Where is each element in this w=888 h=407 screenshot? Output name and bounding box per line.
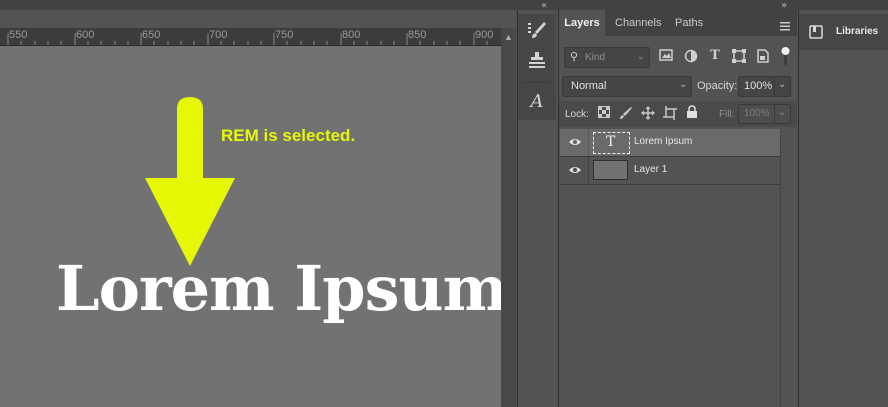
divider xyxy=(524,82,550,83)
libraries-button[interactable]: Libraries xyxy=(799,14,888,50)
panel-menu-icon[interactable] xyxy=(780,18,790,31)
opacity-value: 100% xyxy=(744,80,773,92)
layers-scrollbar[interactable] xyxy=(780,129,797,407)
lock-position-icon[interactable] xyxy=(640,106,656,122)
fill-label: Fill: xyxy=(719,109,735,120)
lock-image-pixels-icon[interactable] xyxy=(618,106,634,122)
ruler-label: 800 xyxy=(342,29,361,41)
panel-tabs: Layers Channels Paths xyxy=(559,10,797,36)
document-tab-area xyxy=(0,10,517,28)
layer-name: Lorem Ipsum xyxy=(634,136,693,147)
character-panel-icon[interactable]: A xyxy=(526,91,548,113)
lock-label: Lock: xyxy=(565,109,589,120)
visibility-eye-icon[interactable] xyxy=(568,163,582,177)
lock-artboard-icon[interactable] xyxy=(662,106,678,122)
layer-filter-kind[interactable]: ⚲ Kind ⌄ xyxy=(564,47,650,68)
shape-filter-icon[interactable] xyxy=(731,49,747,65)
annotation-text: REM is selected. xyxy=(221,126,356,145)
layer-row-layer-1[interactable]: Layer 1 xyxy=(560,157,780,185)
type-layer-thumbnail: T xyxy=(593,132,630,154)
tab-channels[interactable]: Channels xyxy=(615,10,661,36)
scroll-up-icon[interactable]: ▲ xyxy=(501,30,516,44)
ruler-label: 700 xyxy=(209,29,228,41)
ruler-label: 550 xyxy=(9,29,28,41)
ruler-label: 600 xyxy=(76,29,95,41)
visibility-eye-icon[interactable] xyxy=(568,135,582,149)
panel-icon-group: A xyxy=(518,14,556,120)
chevron-down-icon: ⌄ xyxy=(637,51,645,61)
opacity-dropdown-button[interactable]: ⌄ xyxy=(774,76,791,97)
ruler-label: 900 xyxy=(475,29,494,41)
filter-placeholder: Kind xyxy=(585,52,606,63)
opacity-label: Opacity: xyxy=(697,80,738,92)
fill-dropdown-button[interactable]: ⌄ xyxy=(774,104,791,124)
type-icon: T xyxy=(606,134,616,150)
divider xyxy=(588,129,589,156)
chevron-down-icon: ⌄ xyxy=(778,107,787,118)
lock-transparent-pixels-icon[interactable] xyxy=(596,106,612,122)
down-arrow-icon xyxy=(145,97,235,266)
brush-settings-icon[interactable] xyxy=(526,20,548,42)
fill-value: 100% xyxy=(744,108,770,119)
filter-toggle-switch[interactable] xyxy=(781,46,790,67)
tab-layers[interactable]: Layers xyxy=(559,10,605,36)
blend-mode-select[interactable]: Normal ⌄ xyxy=(562,76,692,97)
top-strip: « » xyxy=(0,0,888,11)
layers-panel xyxy=(559,10,797,407)
fill-input[interactable]: 100% xyxy=(738,104,775,124)
tab-paths[interactable]: Paths xyxy=(675,10,703,36)
libraries-column xyxy=(798,10,888,407)
search-icon: ⚲ xyxy=(570,51,579,63)
blend-mode-value: Normal xyxy=(571,80,607,92)
smart-object-filter-icon[interactable] xyxy=(755,49,771,65)
lorem-ipsum-text[interactable]: Lorem Ipsum xyxy=(56,252,501,325)
layer-name: Layer 1 xyxy=(634,164,668,175)
libraries-label: Libraries xyxy=(836,26,879,37)
ruler-label: 850 xyxy=(408,29,427,41)
horizontal-ruler[interactable]: 550 600 650 700 750 800 850 900 xyxy=(0,28,501,46)
adjustment-filter-icon[interactable] xyxy=(683,49,699,65)
type-filter-icon[interactable]: T xyxy=(707,48,723,64)
libraries-icon xyxy=(809,25,823,39)
ruler-label: 750 xyxy=(275,29,294,41)
vertical-scrollbar[interactable] xyxy=(501,28,516,407)
ruler-label: 650 xyxy=(142,29,161,41)
document-canvas[interactable]: REM is selected. Lorem Ipsum xyxy=(0,46,501,407)
chevron-down-icon: ⌄ xyxy=(679,79,688,90)
opacity-input[interactable]: 100% xyxy=(738,76,775,97)
clone-source-icon[interactable] xyxy=(526,50,548,72)
lock-all-icon[interactable] xyxy=(684,105,700,121)
divider xyxy=(588,157,589,184)
pixel-layer-thumbnail xyxy=(593,160,628,180)
layer-row-lorem-ipsum[interactable]: T Lorem Ipsum xyxy=(560,129,780,157)
chevron-down-icon: ⌄ xyxy=(778,79,787,90)
pixel-filter-icon[interactable] xyxy=(658,49,674,65)
